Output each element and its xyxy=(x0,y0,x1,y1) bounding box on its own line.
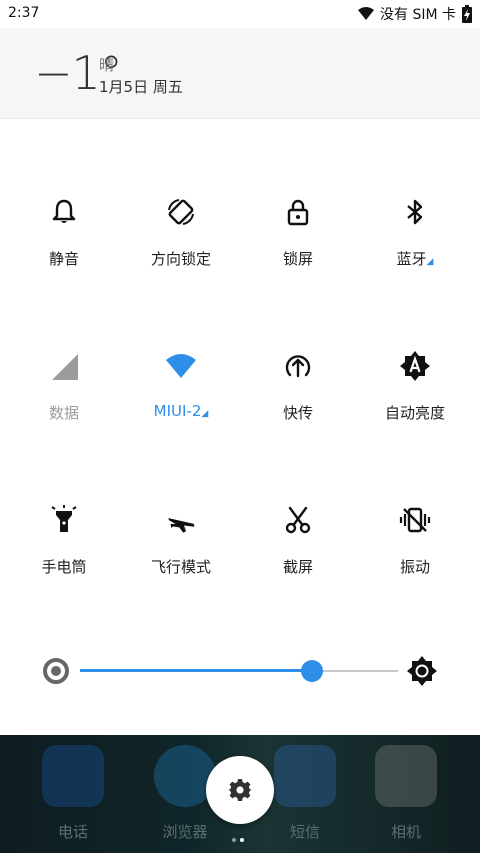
airplane-icon xyxy=(168,518,195,533)
tile-label: 静音 xyxy=(48,250,79,268)
auto-brightness-icon xyxy=(400,351,430,381)
tile-mute[interactable]: 静音 xyxy=(9,196,119,316)
tile-quick-transfer[interactable]: 快传 xyxy=(243,350,353,470)
tile-flashlight[interactable]: 手电筒 xyxy=(9,504,119,624)
expand-corner-icon: ◢ xyxy=(426,257,434,267)
tile-rotation-lock[interactable]: 方向锁定 xyxy=(126,196,236,316)
carrier-text: 没有 SIM 卡 xyxy=(380,7,456,23)
status-bar: 2:37 没有 SIM 卡 xyxy=(0,0,480,28)
scissors-icon xyxy=(285,506,311,534)
lock-icon xyxy=(287,199,309,226)
wifi-icon xyxy=(166,354,196,378)
tile-mobile-data[interactable]: 数据 xyxy=(9,350,119,470)
tile-airplane-mode[interactable]: 飞行模式 xyxy=(126,504,236,624)
status-time: 2:37 xyxy=(8,5,40,21)
weather-condition: 晴 xyxy=(99,56,115,74)
brightness-low-icon xyxy=(43,658,69,684)
tile-label: 振动 xyxy=(399,558,430,576)
quick-transfer-icon xyxy=(285,355,311,378)
tile-label: 快传 xyxy=(282,404,313,422)
weather-header[interactable]: −1° 晴 1月5日 周五 xyxy=(0,28,480,119)
tile-screenshot[interactable]: 截屏 xyxy=(243,504,353,624)
settings-button[interactable] xyxy=(206,756,274,824)
bluetooth-icon xyxy=(407,199,423,225)
status-icons: 没有 SIM 卡 xyxy=(358,4,472,24)
tile-label: 数据 xyxy=(48,404,79,422)
brightness-slider[interactable] xyxy=(0,648,480,694)
cellular-data-icon xyxy=(52,354,78,380)
tile-vibrate[interactable]: 振动 xyxy=(360,504,470,624)
page-indicator xyxy=(232,827,248,846)
bell-icon xyxy=(52,199,76,223)
page-dot-active xyxy=(240,838,244,842)
vibrate-icon xyxy=(399,507,431,533)
tile-lock-screen[interactable]: 锁屏 xyxy=(243,196,353,316)
tile-label: 飞行模式 xyxy=(150,558,211,576)
camera-app-icon xyxy=(375,745,437,807)
flashlight-icon xyxy=(51,505,77,532)
date-text: 1月5日 周五 xyxy=(99,78,183,96)
phone-app-icon xyxy=(42,745,104,807)
app-label: 相机 xyxy=(390,823,421,841)
rotate-lock-icon xyxy=(168,199,194,225)
tile-label: 截屏 xyxy=(282,558,313,576)
tile-label: 蓝牙◢ xyxy=(396,250,434,268)
tile-label: 自动亮度 xyxy=(384,404,445,422)
app-label: 浏览器 xyxy=(162,823,208,841)
tile-label: 锁屏 xyxy=(282,250,313,268)
wifi-status-icon xyxy=(358,7,374,20)
tile-label: 方向锁定 xyxy=(150,250,211,268)
brightness-track-fill xyxy=(80,669,313,672)
tile-label: 手电筒 xyxy=(41,558,87,576)
brightness-high-icon xyxy=(407,656,437,686)
app-label: 电话 xyxy=(57,823,88,841)
sms-app-icon xyxy=(274,745,336,807)
dock-app-phone[interactable]: 电话 xyxy=(13,745,133,842)
expand-corner-icon: ◢ xyxy=(201,409,209,419)
battery-charging-icon xyxy=(462,5,472,23)
dock-app-camera[interactable]: 相机 xyxy=(346,745,466,842)
tile-bluetooth[interactable]: 蓝牙◢ xyxy=(360,196,470,316)
tile-wifi[interactable]: MIUI-2◢ xyxy=(126,350,236,470)
page-dot xyxy=(232,838,236,842)
tile-label: MIUI-2◢ xyxy=(153,402,209,420)
gear-icon xyxy=(228,779,252,801)
tile-auto-brightness[interactable]: 自动亮度 xyxy=(360,350,470,470)
brightness-thumb[interactable] xyxy=(301,660,324,682)
